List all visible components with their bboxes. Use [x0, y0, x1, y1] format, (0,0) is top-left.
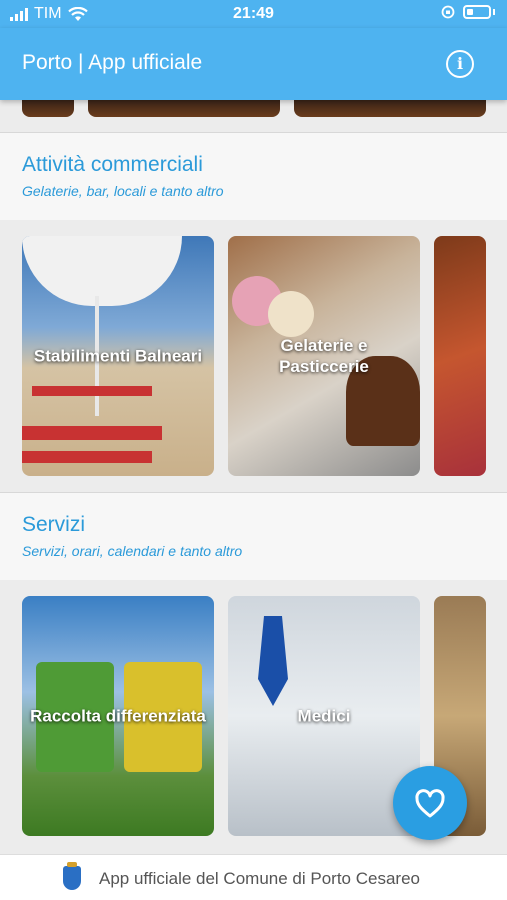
app-title: Porto | App ufficiale — [22, 51, 203, 74]
section-header-servizi: Servizi Servizi, orari, calendari e tant… — [0, 492, 507, 580]
footer-text: App ufficiale del Comune di Porto Cesare… — [99, 869, 420, 888]
category-card-gelaterie[interactable]: Gelaterie e Pasticcerie — [228, 236, 420, 476]
footer: App ufficiale del Comune di Porto Cesare… — [0, 854, 507, 900]
section-title: Servizi — [22, 513, 86, 536]
previous-card[interactable] — [22, 100, 74, 117]
previous-row-strip — [0, 100, 507, 132]
section-subtitle: Servizi, orari, calendari e tanto altro — [22, 543, 243, 559]
gelato-image — [268, 291, 314, 337]
section-subtitle: Gelaterie, bar, locali e tanto altro — [22, 183, 224, 199]
rotation-lock-icon — [441, 5, 455, 19]
battery-icon — [463, 5, 491, 19]
section-header-attivita: Attività commerciali Gelaterie, bar, loc… — [0, 132, 507, 220]
umbrella-image — [22, 236, 182, 306]
category-card-raccolta[interactable]: Raccolta differenziata — [22, 596, 214, 836]
municipal-crest-icon — [63, 862, 81, 890]
favorites-button[interactable] — [393, 766, 467, 840]
info-icon[interactable]: i — [446, 50, 474, 78]
sunbed-image — [32, 386, 152, 396]
status-bar: TIM 21:49 — [0, 0, 507, 28]
previous-card[interactable] — [294, 100, 486, 117]
card-label: Gelaterie e Pasticcerie — [279, 336, 369, 376]
status-right — [441, 5, 495, 19]
card-label: Medici — [297, 706, 351, 726]
category-row-attivita: Stabilimenti Balneari Gelaterie e Pastic… — [0, 220, 507, 492]
app-bar: Porto | App ufficiale i — [0, 28, 507, 100]
sunbed-image — [22, 426, 162, 440]
section-title: Attività commerciali — [22, 153, 203, 176]
doctor-image — [258, 616, 288, 706]
heart-icon — [415, 789, 445, 818]
category-card-medici[interactable]: Medici — [228, 596, 420, 836]
card-label: Stabilimenti Balneari — [33, 346, 203, 366]
clock: 21:49 — [233, 5, 274, 22]
previous-card[interactable] — [88, 100, 280, 117]
card-label: Raccolta differenziata — [30, 706, 206, 726]
sunbed-image — [22, 451, 152, 463]
category-card-more[interactable] — [434, 236, 486, 476]
category-card-stabilimenti[interactable]: Stabilimenti Balneari — [22, 236, 214, 476]
battery-tip — [493, 9, 495, 15]
